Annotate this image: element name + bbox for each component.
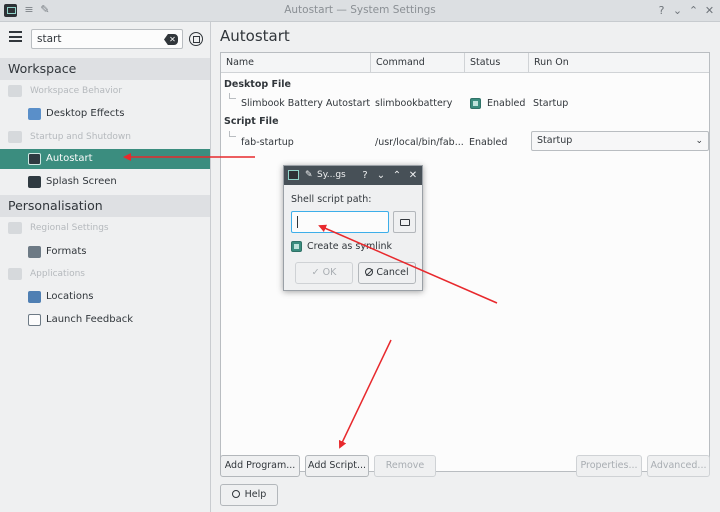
checkbox-checked-icon bbox=[291, 241, 302, 252]
column-header-status[interactable]: Status bbox=[465, 53, 529, 73]
regional-settings-icon bbox=[8, 222, 22, 234]
category-label: Regional Settings bbox=[30, 223, 109, 233]
list-header: Name Command Status Run On bbox=[221, 53, 709, 73]
help-question-icon[interactable]: ? bbox=[654, 3, 669, 18]
minimize-icon[interactable]: ⌄ bbox=[375, 166, 387, 185]
tree-branch bbox=[229, 131, 236, 137]
tree-branch bbox=[229, 93, 236, 99]
page-title: Autostart bbox=[220, 27, 290, 45]
cancel-icon bbox=[365, 268, 374, 276]
help-label: Help bbox=[244, 489, 267, 500]
splash-screen-icon bbox=[28, 176, 41, 188]
column-header-run-on[interactable]: Run On bbox=[529, 53, 709, 73]
window-title: Autostart — System Settings bbox=[284, 4, 436, 16]
row-run-on: Startup bbox=[533, 98, 569, 109]
minimize-icon[interactable]: ⌄ bbox=[670, 3, 685, 18]
cancel-label: Cancel bbox=[376, 267, 409, 278]
sidebar-item-label: Desktop Effects bbox=[46, 108, 125, 119]
close-icon[interactable]: ✕ bbox=[407, 166, 419, 185]
group-script-file: Script File bbox=[224, 116, 279, 127]
launch-feedback-icon bbox=[28, 314, 41, 326]
column-header-command[interactable]: Command bbox=[371, 53, 465, 73]
category-startup-shutdown: Startup and Shutdown bbox=[8, 128, 131, 146]
shell-script-dialog[interactable]: ✎ Sy...gs ? ⌄ ⌃ ✕ Shell script path: Cre… bbox=[283, 165, 423, 291]
workspace-behavior-icon bbox=[8, 85, 22, 97]
add-script-button[interactable]: Add Script... bbox=[305, 455, 369, 477]
sidebar-item-label: Autostart bbox=[46, 153, 93, 164]
row-command: /usr/local/bin/fab... bbox=[375, 137, 464, 148]
shell-script-path-input[interactable] bbox=[291, 211, 389, 233]
properties-button[interactable]: Properties... bbox=[576, 455, 642, 477]
sidebar-item-desktop-effects[interactable]: Desktop Effects bbox=[0, 104, 210, 124]
sidebar-item-formats[interactable]: Formats bbox=[0, 242, 210, 262]
hamburger-menu-icon[interactable] bbox=[9, 31, 22, 42]
row-name: Slimbook Battery Autostart bbox=[241, 98, 371, 109]
sidebar: start ✕ Workspace Workspace Behavior Des… bbox=[0, 22, 211, 512]
category-label: Applications bbox=[30, 269, 85, 279]
startup-shutdown-icon bbox=[8, 131, 22, 143]
maximize-icon[interactable]: ⌃ bbox=[686, 3, 701, 18]
category-label: Workspace Behavior bbox=[30, 86, 123, 96]
section-workspace: Workspace bbox=[0, 58, 210, 80]
sidebar-item-label: Splash Screen bbox=[46, 176, 117, 187]
shell-script-path-label: Shell script path: bbox=[291, 194, 372, 205]
add-program-button[interactable]: Add Program... bbox=[220, 455, 300, 477]
advanced-button[interactable]: Advanced... bbox=[647, 455, 710, 477]
maximize-icon[interactable]: ⌃ bbox=[391, 166, 403, 185]
section-personalisation: Personalisation bbox=[0, 195, 210, 217]
remove-button[interactable]: Remove bbox=[374, 455, 436, 477]
sidebar-item-splash-screen[interactable]: Splash Screen bbox=[0, 172, 210, 192]
group-desktop-file: Desktop File bbox=[224, 79, 291, 90]
sidebar-item-label: Launch Feedback bbox=[46, 314, 134, 325]
column-header-name[interactable]: Name bbox=[221, 53, 371, 73]
pin-icon[interactable]: ✎ bbox=[305, 166, 313, 185]
row-command: slimbookbattery bbox=[375, 98, 453, 109]
sidebar-item-locations[interactable]: Locations bbox=[0, 287, 210, 307]
row-status: Enabled bbox=[469, 137, 508, 148]
help-question-icon[interactable]: ? bbox=[359, 166, 371, 185]
row-name: fab-startup bbox=[241, 137, 294, 148]
row-status: Enabled bbox=[487, 98, 526, 109]
sidebar-item-autostart[interactable]: Autostart bbox=[0, 149, 210, 169]
category-regional-settings: Regional Settings bbox=[8, 219, 109, 237]
applications-icon bbox=[8, 268, 22, 280]
symlink-label: Create as symlink bbox=[307, 241, 393, 252]
run-on-value: Startup bbox=[537, 135, 573, 146]
locations-icon bbox=[28, 291, 41, 303]
text-caret bbox=[297, 216, 298, 228]
sidebar-item-label: Formats bbox=[46, 246, 87, 257]
dialog-title: Sy...gs bbox=[317, 170, 346, 180]
help-button[interactable]: Help bbox=[220, 484, 278, 506]
sidebar-toolbar: start ✕ bbox=[0, 22, 211, 56]
close-icon[interactable]: ✕ bbox=[702, 3, 717, 18]
clear-search-icon[interactable]: ✕ bbox=[164, 34, 178, 45]
search-input[interactable]: start ✕ bbox=[31, 29, 183, 49]
chevron-down-icon: ⌄ bbox=[695, 136, 703, 146]
desktop-effects-icon bbox=[28, 108, 41, 120]
sidebar-item-launch-feedback[interactable]: Launch Feedback bbox=[0, 310, 210, 330]
cancel-button[interactable]: Cancel bbox=[358, 262, 416, 284]
help-icon bbox=[231, 490, 240, 498]
search-value: start bbox=[37, 33, 62, 45]
browse-folder-button[interactable] bbox=[393, 211, 416, 233]
category-workspace-behavior: Workspace Behavior bbox=[8, 82, 122, 100]
ok-label: OK bbox=[322, 267, 337, 278]
run-on-dropdown[interactable]: Startup ⌄ bbox=[531, 131, 709, 151]
window-titlebar[interactable]: ≡ ✎ Autostart — System Settings ? ⌄ ⌃ ✕ bbox=[0, 0, 720, 22]
home-icon[interactable] bbox=[189, 32, 203, 46]
dialog-titlebar[interactable]: ✎ Sy...gs ? ⌄ ⌃ ✕ bbox=[284, 166, 422, 185]
formats-icon bbox=[28, 246, 41, 258]
sidebar-item-label: Locations bbox=[46, 291, 94, 302]
ok-button[interactable]: ✓ OK bbox=[295, 262, 353, 284]
category-applications: Applications bbox=[8, 265, 85, 283]
category-label: Startup and Shutdown bbox=[30, 132, 131, 142]
autostart-icon bbox=[28, 153, 41, 165]
dialog-app-icon bbox=[288, 170, 299, 180]
status-checkbox[interactable] bbox=[470, 98, 481, 109]
checkmark-icon: ✓ bbox=[311, 267, 323, 278]
create-symlink-checkbox[interactable]: Create as symlink bbox=[291, 241, 392, 252]
folder-icon bbox=[400, 219, 410, 226]
